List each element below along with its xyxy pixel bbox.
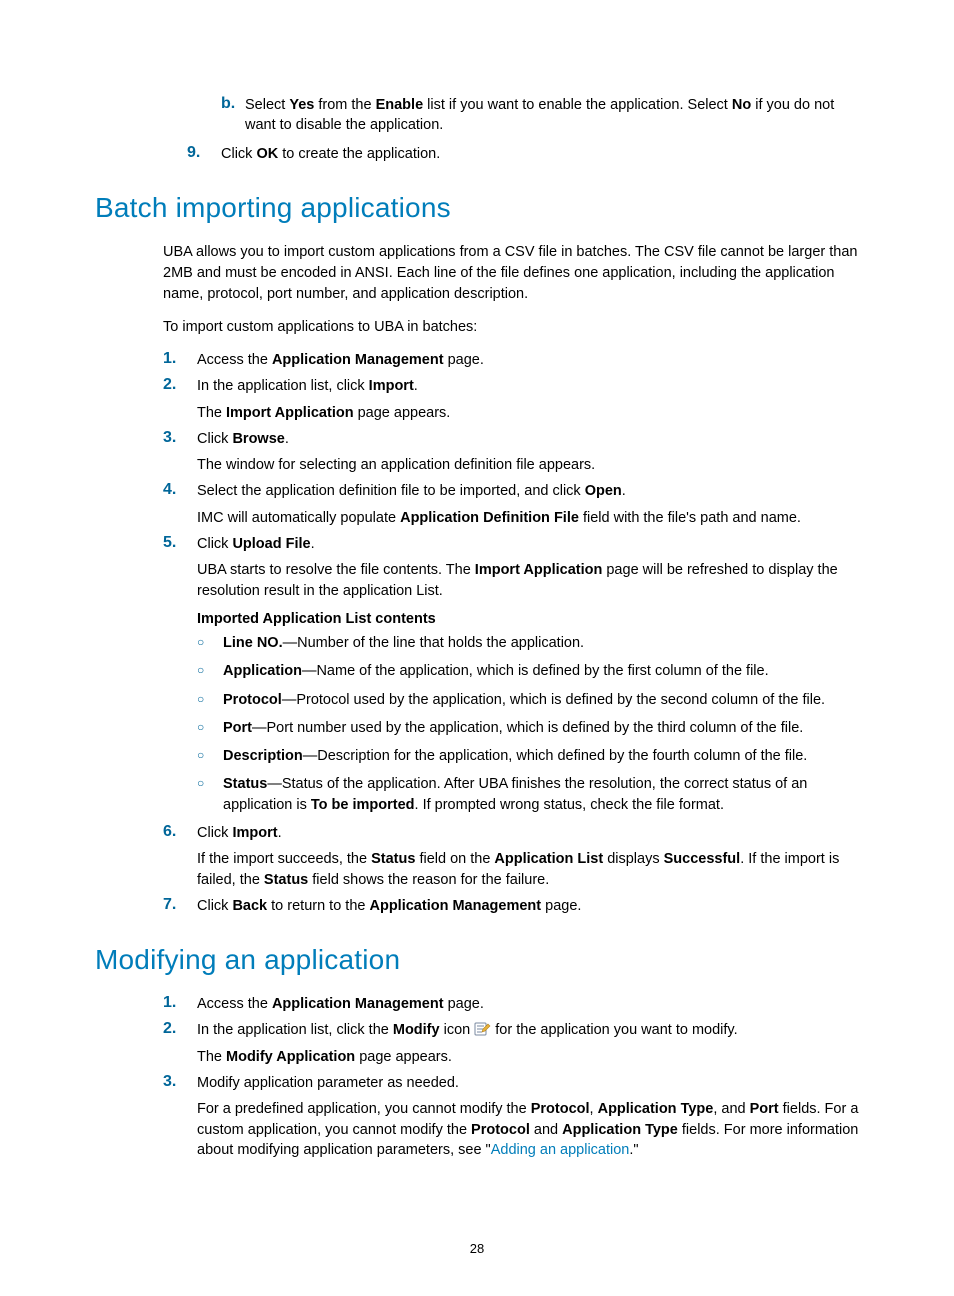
bullet-marker: ○ (197, 718, 223, 737)
bullet-item: ○ Protocol—Protocol used by the applicat… (197, 690, 859, 710)
paragraph-lead: To import custom applications to UBA in … (163, 317, 859, 338)
bullet-text: Application—Name of the application, whi… (223, 661, 769, 681)
section1-steps: 1. Access the Application Management pag… (163, 350, 859, 916)
bullet-item: ○ Application—Name of the application, w… (197, 661, 859, 681)
list-item: 2. In the application list, click Import… (163, 376, 859, 423)
list-subheading: Imported Application List contents (197, 611, 859, 627)
heading-batch-importing: Batch importing applications (95, 192, 859, 224)
bullet-marker: ○ (197, 774, 223, 793)
list-marker: 2. (163, 376, 197, 394)
list-item-text: Access the Application Management page. (197, 350, 859, 370)
bullet-text: Protocol—Protocol used by the applicatio… (223, 690, 825, 710)
list-item-b: b. Select Yes from the Enable list if yo… (221, 95, 859, 136)
list-marker: 7. (163, 896, 197, 914)
paragraph-intro: UBA allows you to import custom applicat… (163, 242, 859, 305)
bullet-text: Port—Port number used by the application… (223, 718, 803, 738)
bullet-text: Line NO.—Number of the line that holds t… (223, 633, 584, 653)
list-item-text: Select the application definition file t… (197, 481, 859, 501)
list-item-text: Modify application parameter as needed. (197, 1073, 859, 1093)
list-marker: 9. (187, 144, 221, 162)
modify-icon (474, 1021, 491, 1037)
list-item: 4. Select the application definition fil… (163, 481, 859, 528)
list-item: 3. Modify application parameter as neede… (163, 1073, 859, 1160)
list-item-text: In the application list, click Import. (197, 376, 859, 396)
list-item-sub: If the import succeeds, the Status field… (197, 849, 859, 890)
heading-modifying-application: Modifying an application (95, 944, 859, 976)
list-item: 2. In the application list, click the Mo… (163, 1020, 859, 1067)
link-adding-application[interactable]: Adding an application (491, 1142, 630, 1158)
list-marker: 4. (163, 481, 197, 499)
list-marker: b. (221, 95, 245, 136)
list-item-text: Click OK to create the application. (221, 144, 859, 164)
list-item-sub: IMC will automatically populate Applicat… (197, 508, 859, 528)
list-item-sub: The window for selecting an application … (197, 455, 859, 475)
bullet-marker: ○ (197, 633, 223, 652)
list-item: 7. Click Back to return to the Applicati… (163, 896, 859, 916)
list-marker: 5. (163, 534, 197, 552)
numbered-list-cont: 9. Click OK to create the application. (187, 144, 859, 164)
bullet-item: ○ Description—Description for the applic… (197, 746, 859, 766)
imported-list-contents: ○ Line NO.—Number of the line that holds… (197, 633, 859, 815)
list-item-9: 9. Click OK to create the application. (187, 144, 859, 164)
list-item-text: Click Back to return to the Application … (197, 896, 859, 916)
list-item-sub: For a predefined application, you cannot… (197, 1099, 859, 1160)
list-marker: 1. (163, 994, 197, 1012)
bullet-marker: ○ (197, 746, 223, 765)
list-item: 1. Access the Application Management pag… (163, 350, 859, 370)
page-number: 28 (0, 1241, 954, 1256)
list-item: 6. Click Import. If the import succeeds,… (163, 823, 859, 890)
list-item: 5. Click Upload File. UBA starts to reso… (163, 534, 859, 815)
section2-steps: 1. Access the Application Management pag… (163, 994, 859, 1160)
sub-list-alpha: b. Select Yes from the Enable list if yo… (221, 95, 859, 136)
list-item-sub: UBA starts to resolve the file contents.… (197, 560, 859, 601)
list-item-text: Click Upload File. (197, 534, 859, 554)
bullet-text: Description—Description for the applicat… (223, 746, 807, 766)
list-marker: 6. (163, 823, 197, 841)
bullet-item: ○ Port—Port number used by the applicati… (197, 718, 859, 738)
list-item: 1. Access the Application Management pag… (163, 994, 859, 1014)
section1-body: UBA allows you to import custom applicat… (163, 242, 859, 338)
list-item-text: Click Import. (197, 823, 859, 843)
list-item-text: Access the Application Management page. (197, 994, 859, 1014)
list-item-sub: The Import Application page appears. (197, 403, 859, 423)
list-marker: 1. (163, 350, 197, 368)
document-page: b. Select Yes from the Enable list if yo… (0, 0, 954, 1296)
list-item-text: In the application list, click the Modif… (197, 1020, 859, 1040)
list-item: 3. Click Browse. The window for selectin… (163, 429, 859, 476)
list-marker: 3. (163, 1073, 197, 1091)
list-item-text: Click Browse. (197, 429, 859, 449)
list-item-text: Select Yes from the Enable list if you w… (245, 95, 859, 136)
list-marker: 3. (163, 429, 197, 447)
bullet-item: ○ Line NO.—Number of the line that holds… (197, 633, 859, 653)
bullet-marker: ○ (197, 661, 223, 680)
bullet-item: ○ Status—Status of the application. Afte… (197, 774, 859, 815)
list-item-sub: The Modify Application page appears. (197, 1047, 859, 1067)
bullet-text: Status—Status of the application. After … (223, 774, 859, 815)
bullet-marker: ○ (197, 690, 223, 709)
list-marker: 2. (163, 1020, 197, 1038)
